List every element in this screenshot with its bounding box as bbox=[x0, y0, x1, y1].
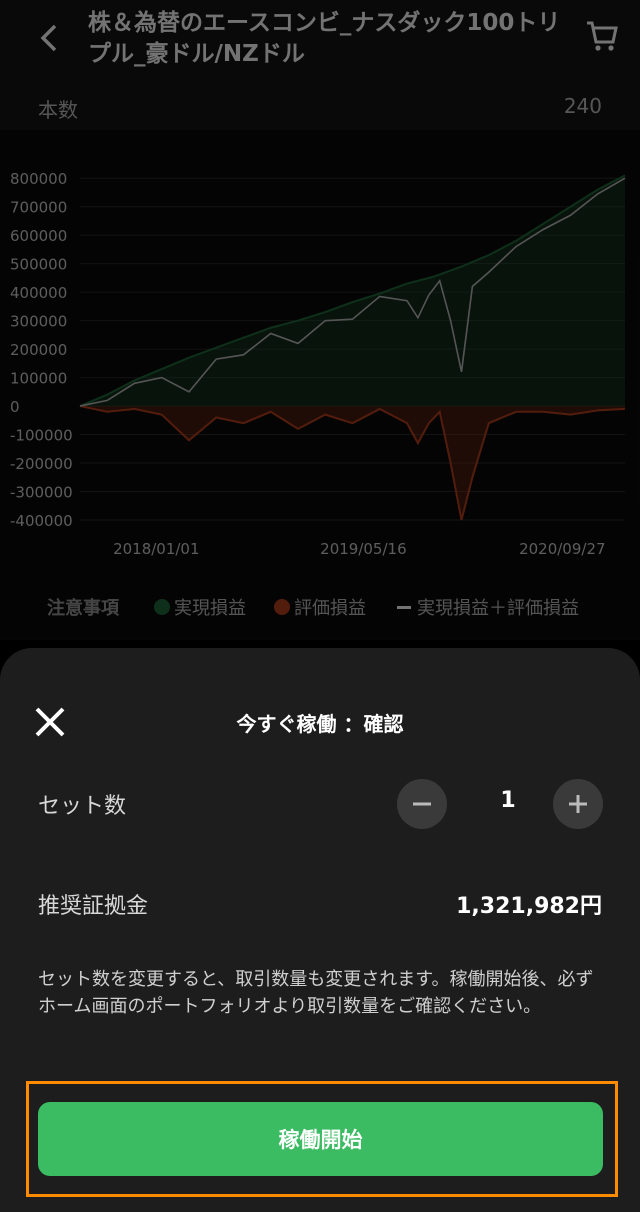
y-tick-label: 600000 bbox=[10, 227, 67, 245]
y-tick-label: 800000 bbox=[10, 170, 67, 188]
cart-icon bbox=[587, 21, 618, 51]
cart-button[interactable] bbox=[584, 18, 620, 54]
series-area-0 bbox=[80, 175, 625, 407]
margin-label: 推奨証拠金 bbox=[38, 894, 149, 919]
margin-value: 1,321,982円 bbox=[456, 894, 602, 919]
page-title: 株＆為替のエースコンビ_ナスダック100トリプル_豪ドル/NZドル bbox=[88, 10, 561, 67]
minus-icon bbox=[413, 802, 431, 806]
legend-total-marker bbox=[397, 605, 411, 609]
count-row: 本数 240 bbox=[0, 84, 640, 130]
chart-legend: 注意事項 実現損益 評価損益 実現損益＋評価損益 bbox=[0, 578, 640, 640]
increment-button[interactable] bbox=[553, 779, 603, 829]
legend-realized-marker bbox=[154, 599, 170, 615]
count-value: 240 bbox=[563, 94, 602, 118]
legend-unrealized-marker bbox=[274, 599, 290, 615]
set-count-label: セット数 bbox=[38, 794, 127, 819]
pnl-chart-svg: 800000 700000 600000 500000 400000 300000 2000… bbox=[10, 170, 626, 558]
y-tick-label: 700000 bbox=[10, 199, 67, 217]
y-tick-label: 500000 bbox=[10, 256, 67, 274]
x-tick-label: 2020/09/27 bbox=[519, 540, 605, 558]
y-tick-label: -200000 bbox=[10, 455, 73, 473]
legend-unrealized: 評価損益 bbox=[274, 594, 366, 620]
y-tick-label: 100000 bbox=[10, 370, 67, 388]
y-tick-label: -300000 bbox=[10, 484, 73, 502]
legend-unrealized-label: 評価損益 bbox=[294, 598, 366, 619]
plus-icon bbox=[569, 795, 587, 813]
legend-realized-label: 実現損益 bbox=[174, 598, 246, 619]
y-tick-label: 200000 bbox=[10, 341, 67, 359]
x-tick-label: 2018/01/01 bbox=[113, 540, 199, 558]
start-operation-button[interactable]: 稼働開始 bbox=[38, 1102, 603, 1176]
y-tick-label: 300000 bbox=[10, 313, 67, 331]
x-tick-label: 2019/05/16 bbox=[320, 540, 406, 558]
legend-total-label: 実現損益＋評価損益 bbox=[417, 598, 579, 619]
y-tick-label: 0 bbox=[10, 398, 20, 416]
sheet-title: 今すぐ稼働 ：確認 bbox=[236, 712, 404, 736]
legend-realized: 実現損益 bbox=[154, 594, 246, 620]
y-tick-label: -400000 bbox=[10, 512, 73, 530]
y-tick-label: 400000 bbox=[10, 284, 67, 302]
app-header: 株＆為替のエースコンビ_ナスダック100トリプル_豪ドル/NZドル bbox=[0, 0, 640, 84]
back-button[interactable] bbox=[34, 18, 64, 58]
notice-text: セット数を変更すると、取引数量も変更されます。稼働開始後、必ずホーム画面のポート… bbox=[38, 969, 594, 1017]
set-count-value: 1 bbox=[500, 788, 516, 813]
chevron-left-icon bbox=[40, 24, 57, 52]
decrement-button[interactable] bbox=[397, 779, 447, 829]
y-tick-label: -100000 bbox=[10, 427, 73, 445]
legend-total: 実現損益＋評価損益 bbox=[397, 594, 579, 620]
pnl-chart: 800000 700000 600000 500000 400000 300000 2000… bbox=[0, 130, 640, 578]
count-label: 本数 bbox=[38, 98, 78, 122]
notice-link[interactable]: 注意事項 bbox=[47, 594, 119, 620]
